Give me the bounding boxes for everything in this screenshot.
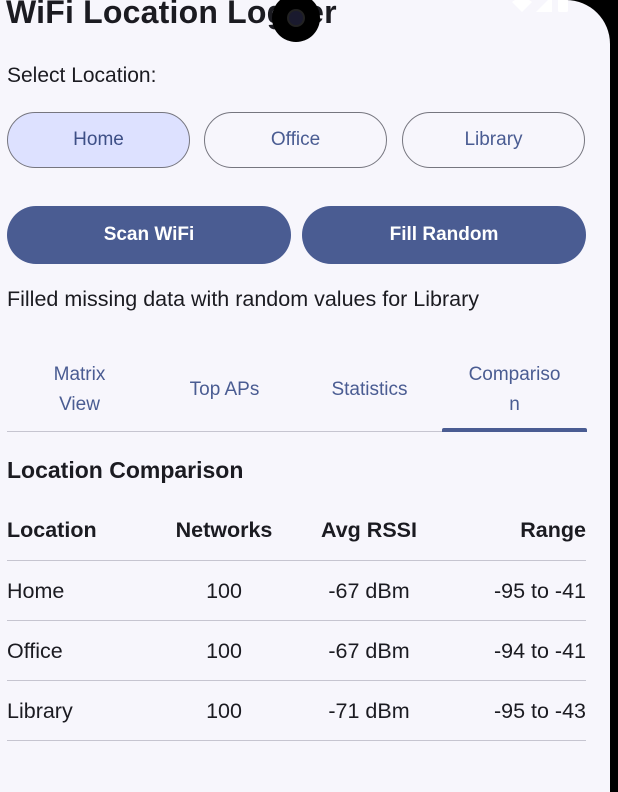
row-location: Library — [7, 699, 73, 723]
location-library-button[interactable]: Library — [402, 112, 585, 168]
row-networks: 100 — [206, 579, 242, 603]
status-bar-icons — [512, 0, 568, 12]
signal-icon — [536, 0, 552, 12]
row-range: -95 to -41 — [493, 579, 586, 603]
tab-statistics[interactable]: Statistics — [297, 350, 442, 430]
tab-comparison[interactable]: Comparison — [442, 350, 587, 432]
row-networks: 100 — [206, 699, 242, 723]
row-range: -94 to -41 — [493, 639, 586, 663]
tab-top-aps[interactable]: Top APs — [152, 350, 297, 430]
row-avg-rssi: -71 dBm — [328, 699, 410, 723]
location-office-button[interactable]: Office — [204, 112, 387, 168]
row-location: Office — [7, 639, 63, 663]
table-row: Library 100 -71 dBm -95 to -43 — [7, 681, 586, 741]
table-header-row: Location Networks Avg RSSI Range — [7, 500, 586, 561]
table-row: Home 100 -67 dBm -95 to -41 — [7, 561, 586, 621]
location-office-label: Office — [270, 129, 321, 150]
fill-random-button[interactable]: Fill Random — [302, 206, 586, 264]
select-location-label: Select Location: — [7, 64, 157, 87]
status-message: Filled missing data with random values f… — [7, 287, 480, 311]
header-avg-rssi: Avg RSSI — [321, 518, 417, 542]
comparison-table: Location Networks Avg RSSI Range Home 10… — [7, 500, 586, 741]
fill-random-label: Fill Random — [389, 224, 499, 245]
header-networks: Networks — [175, 518, 273, 542]
tab-matrix-view[interactable]: Matrix View — [7, 350, 152, 430]
location-home-label: Home — [73, 129, 124, 150]
row-avg-rssi: -67 dBm — [328, 579, 410, 603]
comparison-title: Location Comparison — [7, 457, 244, 483]
row-networks: 100 — [206, 639, 242, 663]
location-library-label: Library — [464, 129, 523, 150]
tab-comparison-label: Comparison — [468, 364, 561, 415]
location-home-button[interactable]: Home — [7, 112, 190, 168]
tab-top-aps-label: Top APs — [189, 379, 260, 400]
row-avg-rssi: -67 dBm — [328, 639, 410, 663]
battery-icon — [558, 0, 568, 12]
wifi-icon — [512, 0, 532, 12]
camera-cutout — [272, 0, 320, 42]
tab-statistics-label: Statistics — [331, 379, 408, 400]
scan-wifi-label: Scan WiFi — [103, 224, 195, 245]
tab-bar: Matrix View Top APs Statistics Compariso… — [7, 350, 587, 432]
row-range: -95 to -43 — [493, 699, 586, 723]
header-location: Location — [7, 518, 97, 542]
header-range: Range — [520, 518, 586, 542]
app-screen: WiFi Location Logger Select Location: Ho… — [0, 0, 610, 792]
table-row: Office 100 -67 dBm -94 to -41 — [7, 621, 586, 681]
scan-wifi-button[interactable]: Scan WiFi — [7, 206, 291, 264]
row-location: Home — [7, 579, 65, 603]
tab-matrix-view-label: Matrix View — [53, 364, 106, 415]
